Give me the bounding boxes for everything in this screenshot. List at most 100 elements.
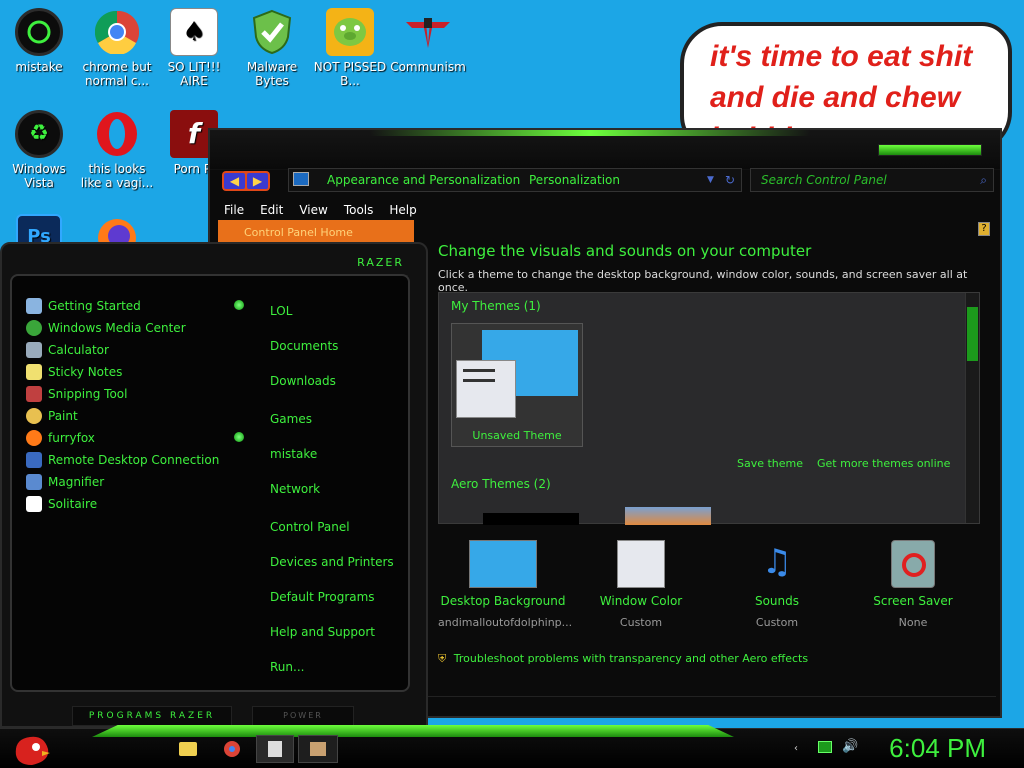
item-subtitle: Custom (619, 616, 663, 629)
link-lol[interactable]: LOL (270, 304, 292, 318)
forward-arrow-icon[interactable]: ▶ (247, 173, 268, 189)
program-sticky-notes[interactable]: Sticky Notes (26, 364, 122, 380)
program-label: Windows Media Center (48, 321, 186, 335)
menu-file[interactable]: File (216, 200, 252, 220)
scrollbar-thumb[interactable] (967, 307, 978, 361)
item-subtitle: andimalloutofdolphinp... (438, 616, 573, 629)
link-downloads[interactable]: Downloads (270, 374, 336, 388)
breadcrumb-appearance[interactable]: Appearance and Personalization (327, 169, 520, 191)
link-network[interactable]: Network (270, 482, 320, 496)
opera-icon (93, 110, 141, 158)
scissors-icon (26, 386, 42, 402)
desktop-background-item[interactable]: Desktop Background andimalloutofdolphinp… (438, 540, 573, 629)
desktop-icon-label: this looks like a vagi... (80, 162, 154, 190)
menu-help[interactable]: Help (381, 200, 424, 220)
menu-view[interactable]: View (291, 200, 335, 220)
save-theme-link[interactable]: Save theme (737, 457, 803, 470)
program-magnifier[interactable]: Magnifier (26, 474, 104, 490)
program-solitaire[interactable]: Solitaire (26, 496, 97, 512)
program-paint[interactable]: Paint (26, 408, 78, 424)
start-button[interactable] (8, 729, 54, 768)
refresh-icon[interactable]: ↻ (725, 169, 735, 191)
network-icon[interactable] (818, 741, 832, 753)
screen-saver-item[interactable]: Screen Saver None (848, 540, 978, 629)
desktop-icon-opera[interactable]: this looks like a vagi... (79, 110, 155, 190)
menu-edit[interactable]: Edit (252, 200, 291, 220)
desktop-icon-label: NOT PISSED B... (313, 60, 387, 88)
desktop-icon-chrome[interactable]: chrome but normal c... (79, 8, 155, 88)
item-title: Sounds (754, 594, 800, 608)
link-games[interactable]: Games (270, 412, 312, 426)
nav-buttons[interactable]: ◀ ▶ (222, 171, 270, 191)
desktop-icon-malwarebytes[interactable]: Malware Bytes (234, 8, 310, 88)
program-label: Snipping Tool (48, 387, 128, 401)
menu-tools[interactable]: Tools (336, 200, 382, 220)
app-icon (310, 742, 326, 756)
search-placeholder: Search Control Panel (761, 173, 887, 187)
explorer-taskbar-button[interactable] (174, 735, 202, 763)
program-label: Getting Started (48, 299, 141, 313)
desktop-icon-label: mistake (15, 60, 63, 74)
themes-scrollbar[interactable] (965, 293, 979, 523)
desktop-icon-mistake[interactable]: mistake (1, 8, 77, 74)
link-mistake[interactable]: mistake (270, 447, 317, 461)
item-subtitle: Custom (755, 616, 799, 629)
chrome-taskbar-button[interactable] (218, 735, 246, 763)
taskbar: ‹ 🔊 6:04 PM (0, 725, 1024, 768)
control-panel-taskbar-button[interactable] (256, 735, 294, 763)
link-default-programs[interactable]: Default Programs (270, 590, 375, 604)
control-panel-home-link[interactable]: Control Panel Home (218, 220, 414, 242)
desktop-icon-windows-vista[interactable]: ♻ Windows Vista (1, 110, 77, 190)
calculator-icon (26, 342, 42, 358)
breadcrumb-personalization[interactable]: Personalization (529, 169, 620, 191)
window-controls[interactable] (878, 144, 982, 156)
desktop-icon-solitaire[interactable]: ♠ SO LIT!!! AIRE (156, 8, 232, 88)
power-button[interactable]: POWER (252, 706, 354, 726)
shield-check-icon (248, 8, 296, 56)
link-help-support[interactable]: Help and Support (270, 625, 375, 639)
program-remote-desktop[interactable]: Remote Desktop Connection (26, 452, 219, 468)
media-center-icon (26, 320, 42, 336)
sticky-notes-icon (26, 364, 42, 380)
help-icon[interactable]: ? (978, 222, 990, 236)
taskbar-button[interactable] (298, 735, 338, 763)
back-arrow-icon[interactable]: ◀ (224, 173, 245, 189)
dropdown-arrow-icon[interactable]: ▼ (707, 169, 714, 191)
window-color-item[interactable]: Window Color Custom (576, 540, 706, 629)
show-hidden-icons[interactable]: ‹ (794, 743, 798, 754)
recycle-icon: ♻ (15, 110, 63, 158)
program-getting-started[interactable]: Getting Started (26, 298, 141, 314)
program-windows-media-center[interactable]: Windows Media Center (26, 320, 186, 336)
sounds-item[interactable]: ♫ Sounds Custom (712, 540, 842, 629)
item-title: Window Color (599, 594, 683, 608)
address-row: ◀ ▶ Appearance and Personalization Perso… (218, 168, 994, 194)
theme-card-unsaved[interactable]: Unsaved Theme (451, 323, 583, 447)
submenu-arrow-icon[interactable] (234, 432, 244, 442)
program-furryfox[interactable]: furryfox (26, 430, 95, 446)
link-control-panel[interactable]: Control Panel (270, 520, 350, 534)
troubleshoot-link[interactable]: ⛨ Troubleshoot problems with transparenc… (438, 652, 808, 666)
volume-icon[interactable]: 🔊 (842, 739, 858, 754)
taskbar-clock[interactable]: 6:04 PM (889, 733, 986, 764)
get-more-themes-link[interactable]: Get more themes online (817, 457, 950, 470)
desktop-icon-angrybirds[interactable]: NOT PISSED B... (312, 8, 388, 88)
razer-brand: RAZER (357, 256, 404, 269)
razer-logo-icon (15, 8, 63, 56)
search-icon[interactable]: ⌕ (980, 169, 987, 191)
desktop-icon-communism[interactable]: Communism (390, 8, 466, 74)
remote-desktop-icon (26, 452, 42, 468)
no-sign-icon (902, 553, 926, 577)
all-programs-button[interactable]: PROGRAMS RAZER (72, 706, 232, 726)
link-documents[interactable]: Documents (270, 339, 338, 353)
program-calculator[interactable]: Calculator (26, 342, 109, 358)
submenu-arrow-icon[interactable] (234, 300, 244, 310)
search-input[interactable]: Search Control Panel ⌕ (750, 168, 994, 192)
page-title: Change the visuals and sounds on your co… (438, 242, 812, 260)
program-snipping-tool[interactable]: Snipping Tool (26, 386, 127, 402)
aero-theme-thumb[interactable] (483, 513, 579, 525)
window-color-icon (617, 540, 665, 588)
address-bar[interactable]: Appearance and Personalization Personali… (288, 168, 742, 192)
aero-theme-thumb[interactable] (625, 507, 711, 525)
link-run[interactable]: Run... (270, 660, 304, 674)
link-devices-printers[interactable]: Devices and Printers (270, 555, 394, 569)
